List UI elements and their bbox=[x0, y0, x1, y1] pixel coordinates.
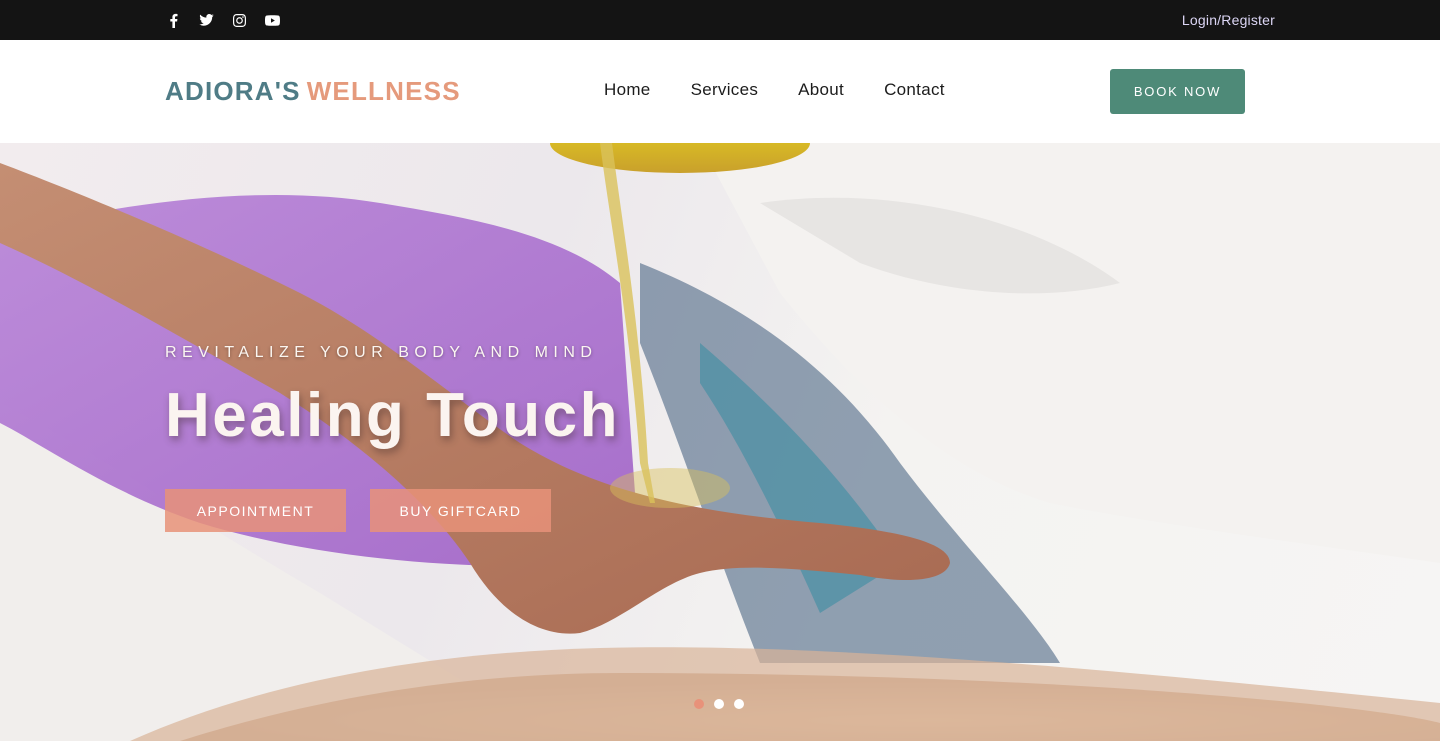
hero-kicker: REVITALIZE YOUR BODY AND MIND bbox=[165, 344, 598, 361]
twitter-icon[interactable] bbox=[198, 12, 214, 28]
hero-slider: REVITALIZE YOUR BODY AND MIND Healing To… bbox=[0, 143, 1440, 741]
appointment-button[interactable]: APPOINTMENT bbox=[165, 489, 346, 532]
book-now-button[interactable]: BOOK NOW bbox=[1110, 69, 1245, 114]
main-nav: Home Services About Contact bbox=[604, 80, 945, 100]
top-bar: Login/Register bbox=[0, 0, 1440, 40]
hero-title: Healing Touch bbox=[165, 381, 621, 450]
social-links bbox=[165, 12, 280, 28]
nav-contact[interactable]: Contact bbox=[884, 80, 945, 100]
site-logo[interactable]: ADIORA'S WELLNESS bbox=[165, 76, 461, 107]
site-header: ADIORA'S WELLNESS Home Services About Con… bbox=[0, 40, 1440, 143]
slide-dot-2[interactable] bbox=[714, 699, 724, 709]
slider-dots bbox=[694, 699, 744, 709]
buy-giftcard-button[interactable]: BUY GIFTCARD bbox=[370, 489, 551, 532]
nav-about[interactable]: About bbox=[798, 80, 844, 100]
login-register-link[interactable]: Login/Register bbox=[1182, 12, 1275, 28]
nav-home[interactable]: Home bbox=[604, 80, 651, 100]
logo-name: ADIORA'S bbox=[165, 76, 301, 106]
slide-dot-3[interactable] bbox=[734, 699, 744, 709]
logo-wellness: WELLNESS bbox=[306, 76, 461, 106]
youtube-icon[interactable] bbox=[264, 12, 280, 28]
facebook-icon[interactable] bbox=[165, 12, 181, 28]
slide-dot-1[interactable] bbox=[694, 699, 704, 709]
instagram-icon[interactable] bbox=[231, 12, 247, 28]
nav-services[interactable]: Services bbox=[691, 80, 759, 100]
